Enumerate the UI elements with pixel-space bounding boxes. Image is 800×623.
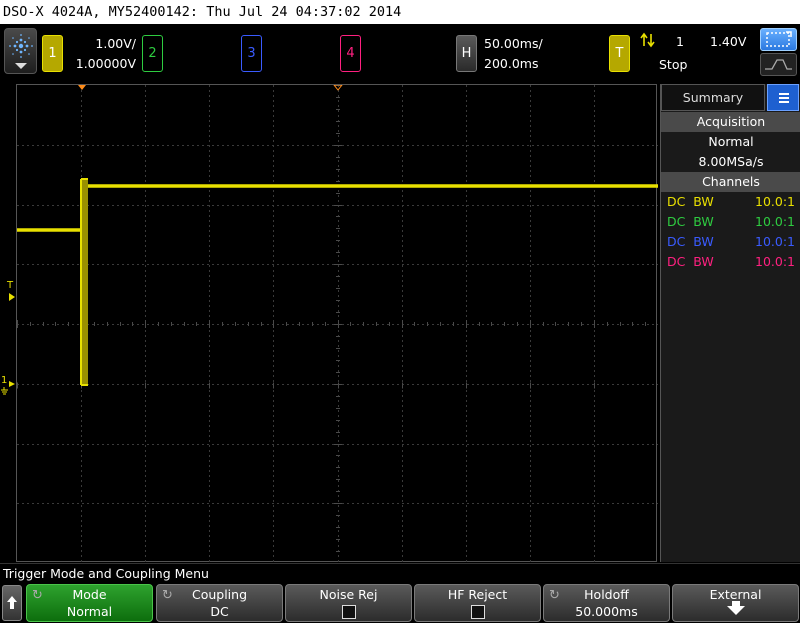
- rising-falling-edge-icon: [640, 32, 656, 52]
- acquisition-mode: Normal: [708, 134, 754, 149]
- hf-reject-softkey[interactable]: HF Reject: [414, 584, 541, 622]
- noise-reject-softkey[interactable]: Noise Rej: [285, 584, 412, 622]
- channel-2-button[interactable]: 2: [142, 35, 163, 72]
- display-mode-waveform-button[interactable]: [760, 53, 797, 76]
- coupling-softkey-value: DC: [210, 604, 229, 619]
- list-icon-line: [779, 97, 789, 99]
- channel-row-4: DC BW 10.0:1: [667, 252, 795, 272]
- channel-1-scale: 1.00V/: [95, 36, 136, 51]
- noise-reject-label: Noise Rej: [319, 587, 378, 602]
- channel-row-1: DC BW 10.0:1: [667, 192, 795, 212]
- timebase-value: 50.00ms/: [484, 36, 543, 51]
- channel-probe-ratio: 10.0:1: [755, 234, 795, 249]
- arrow-down-icon: [727, 606, 745, 615]
- keysight-logo-icon: [9, 34, 33, 58]
- channel-probe-ratio: 10.0:1: [755, 214, 795, 229]
- mode-softkey-label: Mode: [72, 587, 107, 602]
- channel-4-button[interactable]: 4: [340, 35, 361, 72]
- holdoff-softkey[interactable]: ↻ Holdoff 50.000ms: [543, 584, 670, 622]
- trigger-button[interactable]: T: [609, 35, 630, 72]
- softkey-bar: ↻ Mode Normal ↻ Coupling DC Noise Rej HF…: [0, 583, 800, 623]
- hf-reject-checkbox[interactable]: [471, 605, 485, 619]
- coupling-softkey-label: Coupling: [191, 587, 248, 602]
- sample-rate: 8.00MSa/s: [698, 154, 764, 169]
- horizontal-button[interactable]: H: [456, 35, 477, 72]
- arrow-up-stem: [10, 602, 14, 609]
- channel-coupling: DC BW: [667, 254, 714, 269]
- trigger-position-marker: [78, 85, 86, 90]
- menu-back-button[interactable]: [2, 585, 22, 621]
- channel-row-3: DC BW 10.0:1: [667, 232, 795, 252]
- acquisition-header: Acquisition: [661, 112, 800, 132]
- channel-probe-ratio: 10.0:1: [755, 254, 795, 269]
- waveform-icon: [765, 59, 792, 70]
- holdoff-value: 50.000ms: [575, 604, 638, 619]
- coupling-softkey[interactable]: ↻ Coupling DC: [156, 584, 283, 622]
- run-status: Stop: [659, 57, 688, 72]
- zoom-window-icon: [766, 31, 792, 47]
- info-panel: Summary Acquisition Normal 8.00MSa/s Cha…: [660, 84, 800, 562]
- channel-row-2: DC BW 10.0:1: [667, 212, 795, 232]
- menu-title: Trigger Mode and Coupling Menu: [0, 563, 800, 583]
- waveform-display[interactable]: [16, 84, 658, 563]
- channel-coupling: DC BW: [667, 234, 714, 249]
- channel-1-waveform: [17, 178, 658, 386]
- tab-summary[interactable]: Summary: [661, 84, 765, 111]
- channels-header: Channels: [661, 172, 800, 192]
- hf-reject-label: HF Reject: [447, 587, 508, 602]
- horizontal-settings[interactable]: 50.00ms/ 200.0ms: [484, 34, 543, 74]
- channel-coupling: DC BW: [667, 194, 714, 209]
- waveform-edge: [81, 179, 88, 385]
- trigger-level-arrow-icon: [9, 293, 15, 301]
- delay-value: 200.0ms: [484, 56, 539, 71]
- scope-header: 1 1.00V/ 1.00000V 2 3 4 H 50.00ms/ 200.0…: [0, 24, 800, 83]
- channel-1-ground-marker[interactable]: 1: [1, 376, 16, 396]
- main-menu-button[interactable]: [4, 28, 37, 74]
- trigger-level-marker-label: T: [7, 280, 14, 291]
- channel-coupling: DC BW: [667, 214, 714, 229]
- list-icon: [779, 93, 789, 95]
- channel-1-button[interactable]: 1: [42, 35, 63, 72]
- display-mode-normal-button[interactable]: [760, 28, 797, 51]
- channel-3-button[interactable]: 3: [241, 35, 262, 72]
- channel-1-offset: 1.00000V: [75, 56, 136, 71]
- channel-probe-ratio: 10.0:1: [755, 194, 795, 209]
- tab-menu[interactable]: [767, 84, 799, 111]
- ground-icon: [1, 381, 15, 395]
- window-title: DSO-X 4024A, MY52400142: Thu Jul 24 04:3…: [0, 0, 800, 24]
- graticule: [17, 85, 658, 563]
- trigger-source: 1: [676, 34, 684, 49]
- trigger-level: 1.40V: [710, 34, 747, 49]
- mode-softkey-value: Normal: [66, 604, 113, 619]
- chevron-down-icon: [15, 63, 27, 69]
- mode-softkey[interactable]: ↻ Mode Normal: [26, 584, 153, 622]
- external-softkey[interactable]: External: [672, 584, 799, 622]
- noise-reject-checkbox[interactable]: [342, 605, 356, 619]
- holdoff-label: Holdoff: [584, 587, 629, 602]
- list-icon-line: [779, 101, 789, 103]
- trigger-level-marker[interactable]: T: [6, 281, 16, 303]
- channel-1-settings[interactable]: 1.00V/ 1.00000V: [68, 34, 136, 74]
